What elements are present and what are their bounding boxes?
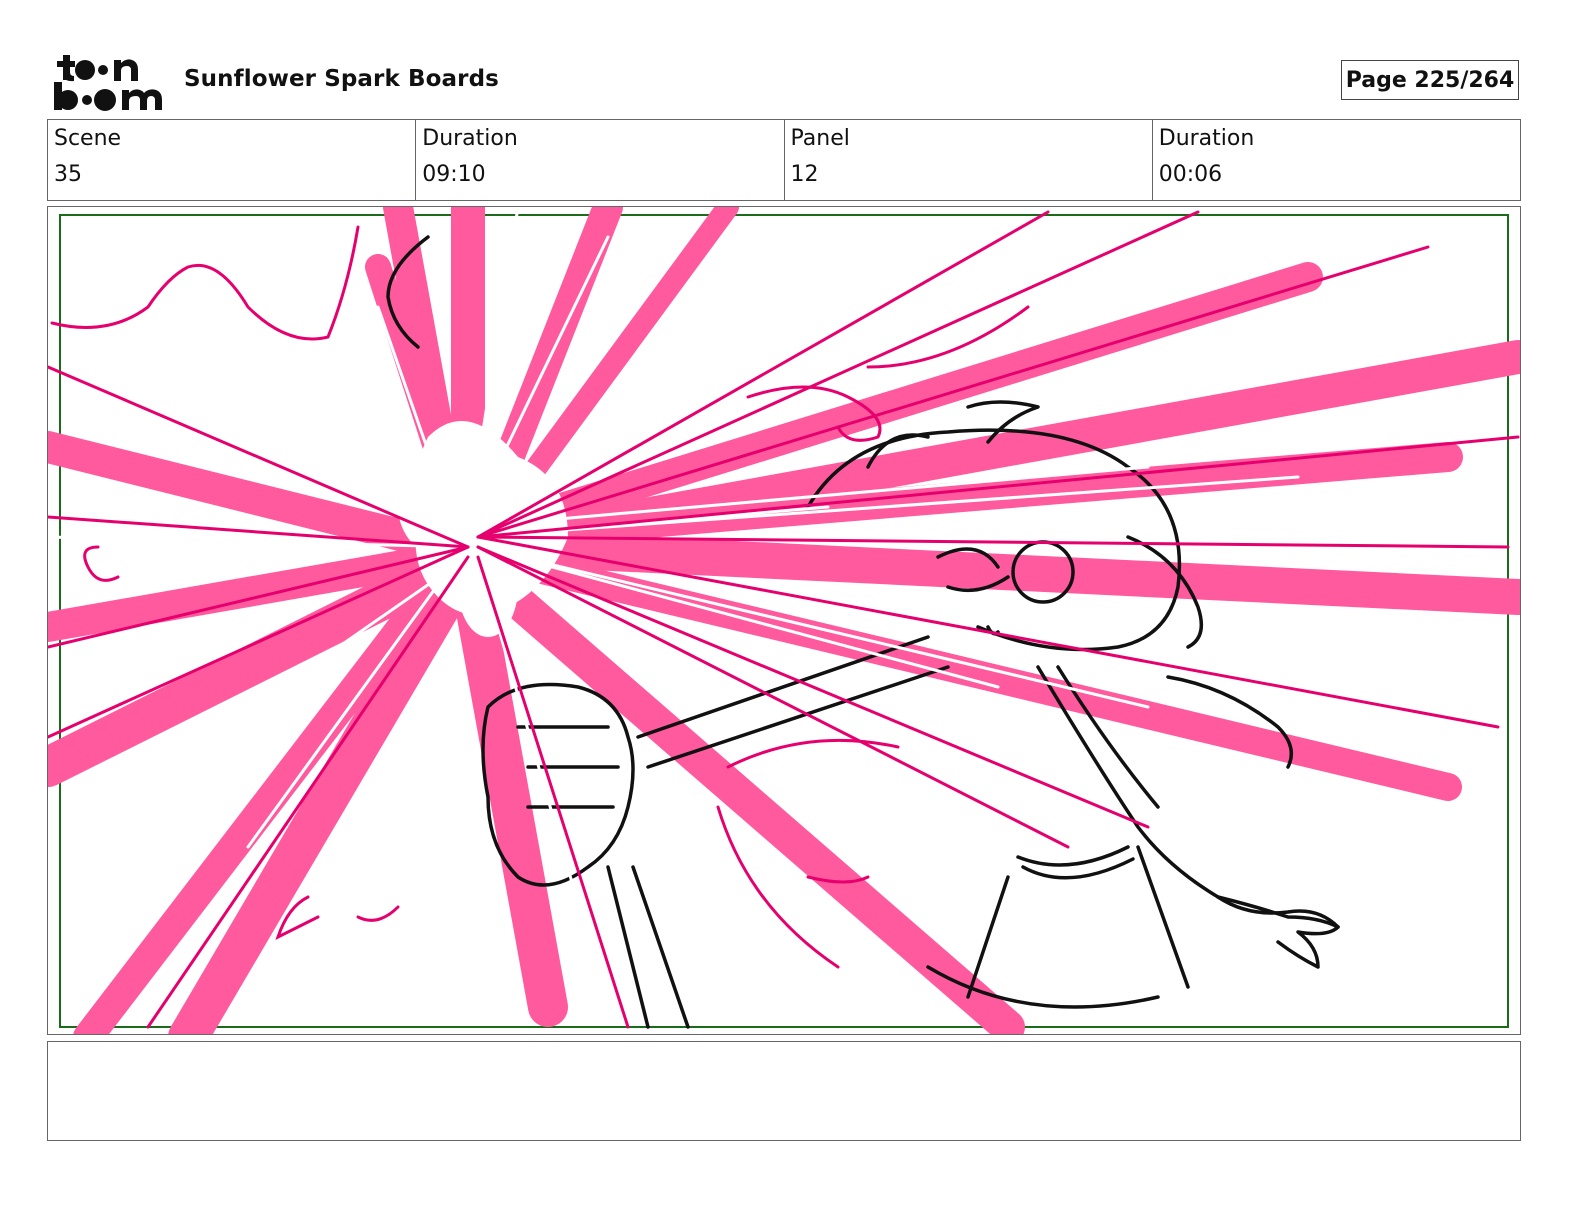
scene-duration-cell: Duration 09:10 — [416, 120, 785, 200]
panel-duration-cell: Duration 00:06 — [1153, 120, 1520, 200]
panel-label: Panel — [790, 126, 850, 151]
storyboard-panel — [47, 206, 1521, 1035]
panel-notes[interactable] — [47, 1041, 1521, 1141]
panel-duration-label: Duration — [1158, 126, 1255, 151]
storyboard-sketch — [48, 207, 1520, 1034]
panel-info-table: Scene 35 Duration 09:10 Panel 12 Duratio… — [47, 119, 1521, 201]
panel-duration-value: 00:06 — [1158, 162, 1223, 187]
toon-boom-logo — [52, 52, 164, 112]
scene-duration-value: 09:10 — [422, 162, 486, 187]
panel-value: 12 — [790, 162, 819, 187]
page-indicator: Page 225/264 — [1341, 60, 1519, 100]
board-title: Sunflower Spark Boards — [184, 66, 499, 92]
scene-label: Scene — [54, 126, 122, 151]
scene-duration-label: Duration — [422, 126, 518, 151]
panel-cell: Panel 12 — [785, 120, 1153, 200]
scene-cell: Scene 35 — [48, 120, 417, 200]
scene-value: 35 — [54, 162, 82, 187]
